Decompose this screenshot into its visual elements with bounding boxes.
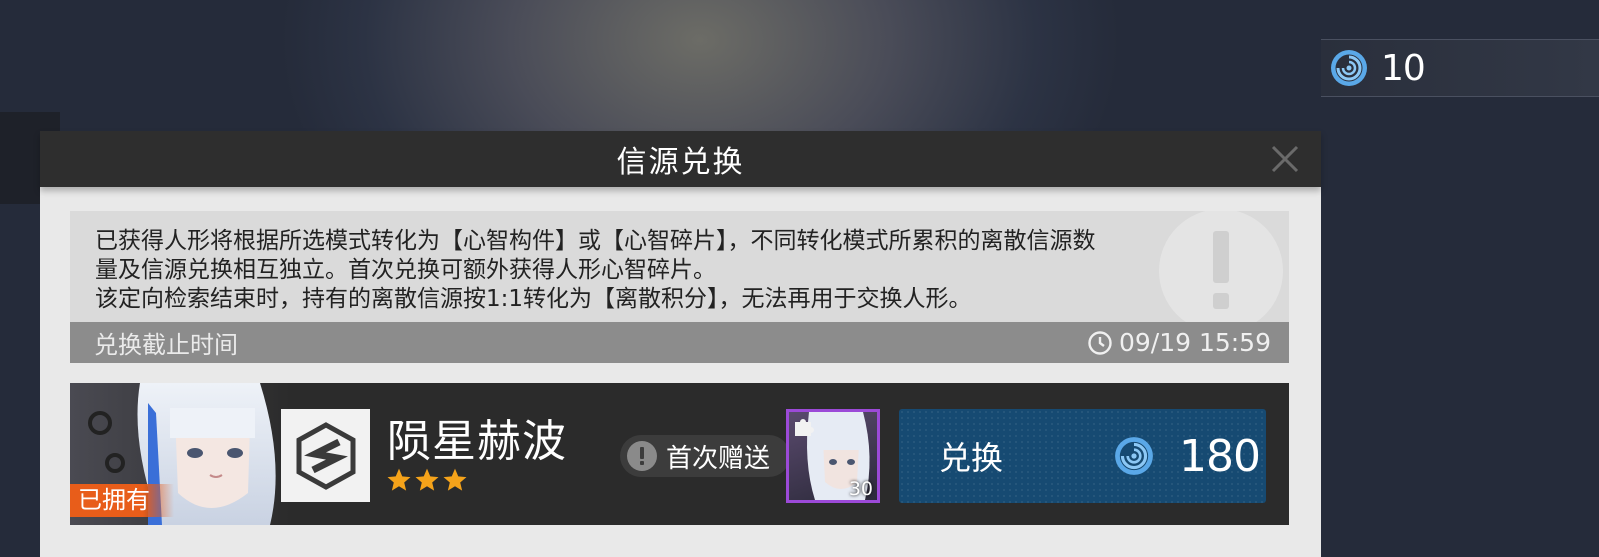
currency-display: 10 [1321, 39, 1599, 97]
deadline-bar: 兑换截止时间 09/19 15:59 [70, 322, 1289, 363]
exchange-label: 兑换 [939, 439, 1004, 477]
signal-coin-icon [1331, 50, 1367, 86]
signal-coin-icon [1115, 437, 1153, 475]
deadline-time-group: 09/19 15:59 [1087, 328, 1271, 357]
rarity-stars [386, 467, 468, 493]
first-gift-label: 首次赠送 [666, 443, 771, 474]
first-gift-tag: 首次赠送 [620, 435, 790, 477]
info-line: 量及信源兑换相互独立。首次兑换可额外获得人形心智碎片。 [95, 257, 716, 283]
exchange-cost: 180 [1179, 430, 1261, 482]
currency-amount: 10 [1381, 47, 1426, 89]
exchange-button[interactable]: 兑换 180 [899, 409, 1266, 503]
info-text: 已获得人形将根据所选模式转化为【心智构件】或【心智碎片】，不同转化模式所累积的离… [95, 227, 1275, 314]
character-exchange-row: 已拥有 陨星赫波 首次赠送 30 兑换 180 [70, 383, 1289, 525]
gift-count: 30 [848, 478, 873, 500]
faction-logo [281, 409, 370, 502]
faction-s-icon [296, 421, 355, 490]
close-icon[interactable] [1267, 141, 1303, 177]
star-icon [387, 468, 411, 491]
info-line: 已获得人形将根据所选模式转化为【心智构件】或【心智碎片】，不同转化模式所累积的离… [95, 228, 1096, 254]
exclamation-icon [627, 441, 657, 471]
star-icon [443, 468, 467, 491]
info-box: 已获得人形将根据所选模式转化为【心智构件】或【心智碎片】，不同转化模式所累积的离… [70, 211, 1289, 363]
info-line: 该定向检索结束时，持有的离散信源按1:1转化为【离散积分】，无法再用于交换人形。 [95, 286, 972, 312]
gift-item-shard[interactable]: 30 [786, 409, 880, 503]
dialog-title: 信源兑换 [616, 145, 745, 180]
deadline-label: 兑换截止时间 [94, 331, 238, 359]
character-name: 陨星赫波 [387, 416, 567, 467]
star-icon [415, 468, 439, 491]
owned-badge: 已拥有 [70, 484, 174, 517]
deadline-time: 09/19 15:59 [1118, 328, 1271, 357]
clock-icon [1088, 330, 1112, 355]
character-portrait: 已拥有 [70, 383, 290, 525]
signal-exchange-dialog: 信源兑换 已获得人形将根据所选模式转化为【心智构件】或【心智碎片】，不同转化模式… [40, 131, 1321, 557]
dialog-header: 信源兑换 [40, 131, 1321, 187]
puzzle-icon [795, 419, 814, 436]
